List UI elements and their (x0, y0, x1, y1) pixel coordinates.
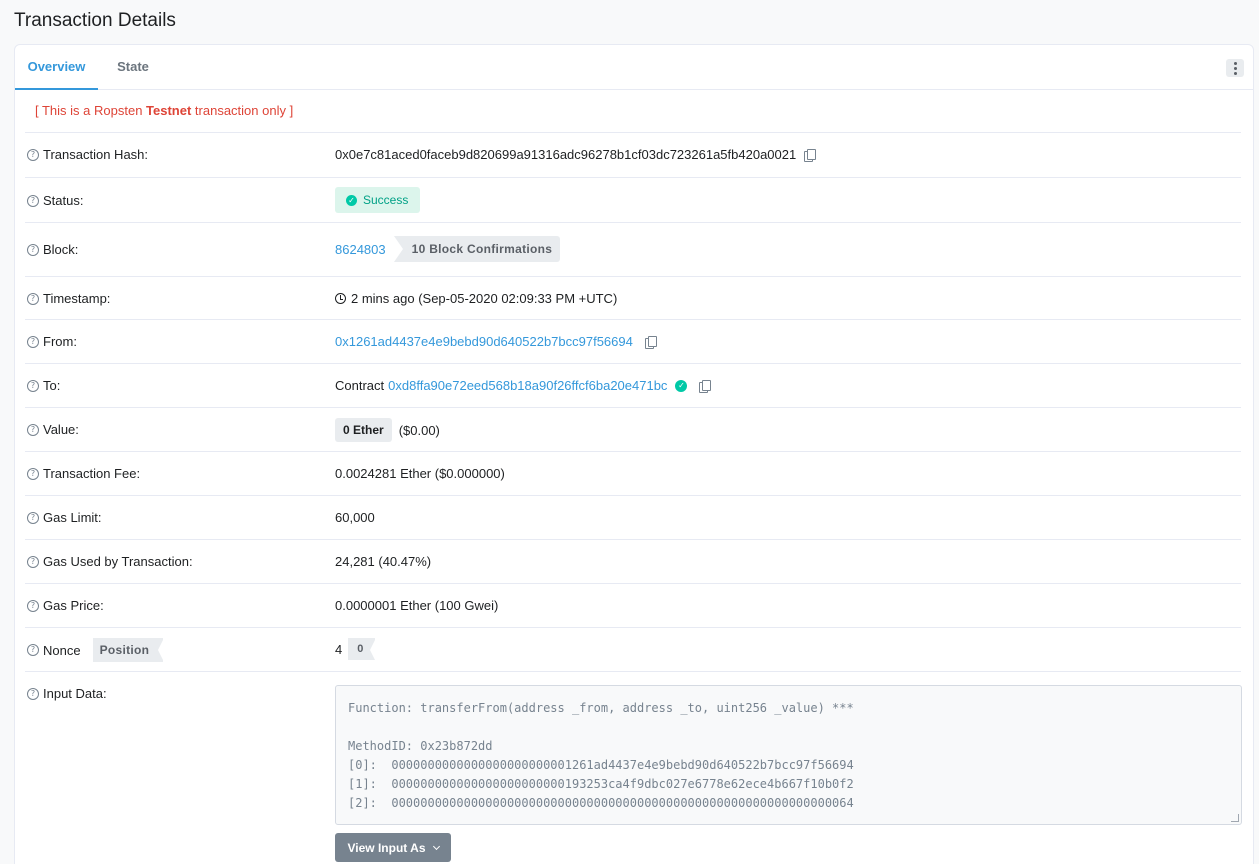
copy-icon[interactable] (644, 335, 657, 349)
status-text: Success (363, 193, 409, 207)
row-gas-limit: ? Gas Limit: 60,000 (25, 495, 1241, 539)
resize-handle[interactable] (1231, 814, 1239, 822)
row-timestamp: ? Timestamp: 2 mins ago (Sep-05-2020 02:0… (25, 276, 1241, 319)
row-label: From: (43, 334, 77, 349)
row-label: Input Data: (43, 686, 107, 701)
help-icon[interactable]: ? (27, 379, 39, 392)
transaction-fee-value: 0.0024281 Ether ($0.000000) (335, 466, 505, 481)
more-options-button[interactable] (1226, 59, 1244, 77)
status-badge: ✓ Success (335, 187, 421, 213)
input-data-text: Function: transferFrom(address _from, ad… (348, 701, 854, 810)
tab-state[interactable]: State (111, 45, 155, 90)
row-label: Block: (43, 242, 79, 257)
row-transaction-hash: ? Transaction Hash: 0x0e7c81aced0faceb9d8… (25, 132, 1241, 177)
help-icon[interactable]: ? (27, 687, 39, 700)
gas-price-value: 0.0000001 Ether (100 Gwei) (335, 598, 499, 613)
input-data-textarea[interactable]: Function: transferFrom(address _from, ad… (335, 685, 1242, 825)
help-icon[interactable]: ? (27, 511, 39, 524)
row-label: To: (43, 378, 61, 393)
row-label: Gas Limit: (43, 510, 102, 525)
row-from: ? From: 0x1261ad4437e4e9bebd90d640522b7bc… (25, 319, 1241, 363)
position-label-badge: Position (92, 638, 165, 662)
copy-icon[interactable] (699, 379, 712, 393)
help-icon[interactable]: ? (27, 644, 39, 656)
gas-used-value: 24,281 (40.47%) (335, 554, 432, 569)
row-label: Value: (43, 422, 79, 437)
usd-value: ($0.00) (398, 422, 440, 438)
help-icon[interactable]: ? (27, 423, 39, 436)
row-gas-used: ? Gas Used by Transaction: 24,281 (40.47%… (25, 539, 1241, 583)
transaction-card: Overview State [ This is a Ropsten Testn… (14, 44, 1254, 864)
testnet-notice: [ This is a Ropsten Testnet transaction … (35, 103, 293, 118)
row-nonce: ? Nonce Position 40 (25, 627, 1241, 671)
row-transaction-fee: ? Transaction Fee: 0.0024281 Ether ($0.00… (25, 451, 1241, 495)
row-block: ? Block: 8624803 10 Block Confirmations (25, 222, 1241, 276)
block-number-link[interactable]: 8624803 (335, 242, 386, 257)
copy-icon[interactable] (804, 148, 817, 162)
tab-bar: Overview State (15, 45, 1253, 90)
row-label: Gas Price: (43, 598, 104, 613)
from-address-link[interactable]: 0x1261ad4437e4e9bebd90d640522b7bcc97f566… (335, 334, 633, 349)
more-dots-icon (1233, 66, 1237, 70)
check-circle-icon: ✓ (346, 194, 357, 206)
row-label: Nonce (43, 642, 81, 658)
contract-prefix: Contract (335, 378, 385, 393)
row-label: Transaction Fee: (43, 466, 141, 481)
help-icon[interactable]: ? (27, 148, 39, 161)
help-icon[interactable]: ? (27, 292, 39, 305)
gas-limit-value: 60,000 (335, 510, 375, 525)
to-contract-link[interactable]: 0xd8ffa90e72eed568b18a90f26ffcf6ba20e471… (388, 378, 667, 393)
tab-overview[interactable]: Overview (15, 45, 98, 90)
help-icon[interactable]: ? (27, 467, 39, 480)
nonce-value: 4 (335, 641, 343, 657)
clock-icon (335, 293, 346, 304)
page-title: Transaction Details (14, 10, 176, 31)
row-value: ? Value: 0 Ether ($0.00) (25, 407, 1241, 451)
testnet-notice-emphasis: Testnet (146, 103, 192, 118)
testnet-notice-prefix: [ This is a Ropsten (35, 103, 147, 118)
view-input-as-button[interactable]: View Input As (335, 833, 451, 862)
help-icon[interactable]: ? (27, 599, 39, 612)
help-icon[interactable]: ? (27, 194, 39, 207)
row-status: ? Status: ✓ Success (25, 177, 1241, 222)
verified-check-icon: ✓ (675, 379, 688, 392)
row-label: Timestamp: (43, 291, 111, 306)
position-value-badge: 0 (348, 638, 377, 662)
help-icon[interactable]: ? (27, 243, 39, 256)
block-confirmations-badge: 10 Block Confirmations (393, 236, 561, 262)
chevron-down-icon (432, 842, 440, 850)
row-label: Gas Used by Transaction: (43, 554, 193, 569)
help-icon[interactable]: ? (27, 555, 39, 568)
ether-amount-badge: 0 Ether (335, 418, 392, 442)
more-dots-icon (1233, 71, 1237, 75)
row-label: Status: (43, 193, 84, 208)
testnet-notice-suffix: transaction only ] (191, 103, 294, 118)
more-dots-icon (1233, 61, 1237, 65)
transaction-hash-value: 0x0e7c81aced0faceb9d820699a91316adc96278… (335, 147, 797, 162)
row-label: Transaction Hash: (43, 147, 149, 162)
view-input-as-label: View Input As (347, 840, 426, 855)
row-to: ? To: Contract 0xd8ffa90e72eed568b18a90f26… (25, 363, 1241, 407)
row-gas-price: ? Gas Price: 0.0000001 Ether (100 Gwei) (25, 583, 1241, 627)
help-icon[interactable]: ? (27, 335, 39, 348)
timestamp-value: 2 mins ago (Sep-05-2020 02:09:33 PM +UTC… (351, 291, 618, 306)
